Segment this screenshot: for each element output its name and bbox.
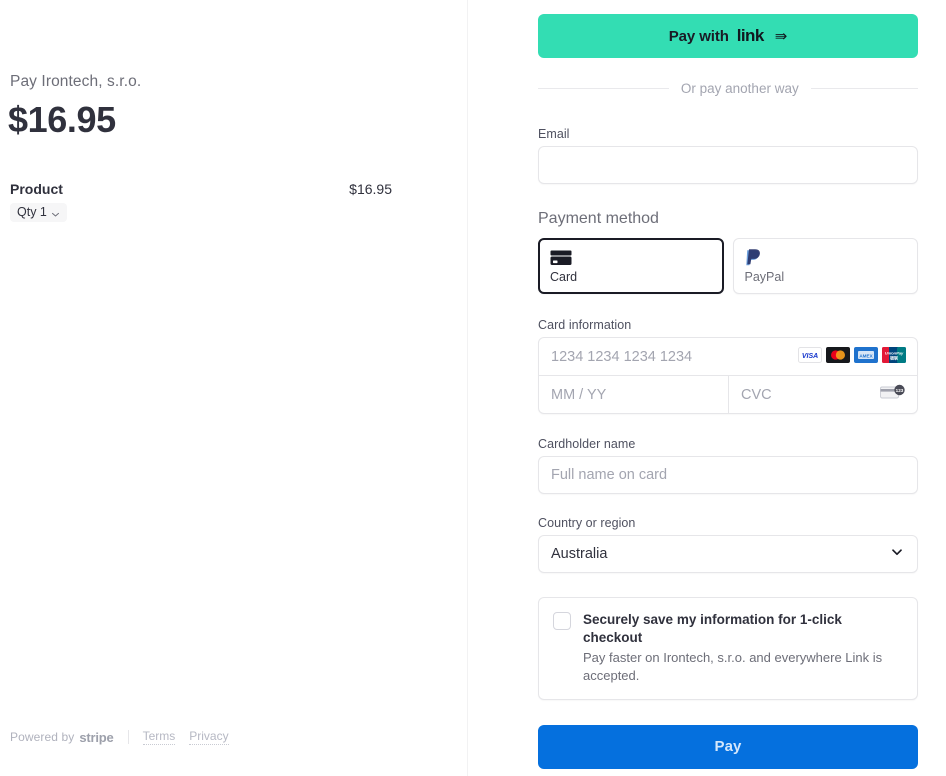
svg-text:123: 123 — [896, 388, 904, 393]
pay-button[interactable]: Pay — [538, 724, 918, 769]
email-group: Email — [538, 127, 918, 184]
line-item: Product $16.95 Qty 1 — [10, 181, 392, 222]
line-item-name: Product — [10, 181, 63, 197]
card-information-box: 1234 1234 1234 1234 VISA AMEX UnionPay 银… — [538, 337, 918, 414]
svg-text:VISA: VISA — [802, 353, 818, 360]
cardholder-name-placeholder: Full name on card — [551, 467, 668, 483]
save-info-subtitle: Pay faster on Irontech, s.r.o. and every… — [583, 650, 883, 684]
chevron-down-icon — [890, 545, 904, 563]
divider-rule-right — [810, 88, 918, 89]
paypal-icon — [745, 248, 907, 268]
total-amount: $16.95 — [8, 99, 116, 140]
svg-text:AMEX: AMEX — [859, 353, 873, 358]
stripe-logo: stripe — [79, 729, 114, 745]
save-info-box[interactable]: Securely save my information for 1-click… — [538, 597, 918, 700]
card-cvc-input[interactable]: CVC 123 — [729, 376, 917, 413]
footer-divider — [127, 730, 129, 744]
pay-button-label: Pay — [714, 738, 742, 756]
unionpay-icon: UnionPay 银联 — [882, 346, 906, 367]
order-summary-panel: Pay Irontech, s.r.o. $16.95 Product $16.… — [0, 0, 468, 776]
card-information-group: Card information 1234 1234 1234 1234 VIS… — [538, 318, 918, 414]
card-number-input[interactable]: 1234 1234 1234 1234 VISA AMEX UnionPay 银… — [539, 338, 917, 376]
line-items-list: Product $16.95 Qty 1 — [10, 181, 392, 222]
checkout-page: Pay Irontech, s.r.o. $16.95 Product $16.… — [0, 0, 946, 776]
card-number-placeholder: 1234 1234 1234 1234 — [551, 348, 693, 365]
cardholder-name-label: Cardholder name — [538, 437, 636, 451]
svg-text:银联: 银联 — [890, 354, 898, 360]
card-information-label: Card information — [538, 318, 632, 332]
powered-by-label: Powered by — [10, 730, 75, 744]
amex-icon: AMEX — [854, 346, 878, 367]
save-info-text: Securely save my information for 1-click… — [583, 611, 903, 685]
card-expiry-cvc-row: MM / YY CVC 123 — [539, 376, 917, 413]
payment-method-tab-card[interactable]: Card — [538, 238, 724, 294]
payment-method-tab-paypal[interactable]: PayPal — [732, 238, 918, 294]
payment-method-group: Payment method Card PayPal — [538, 210, 918, 294]
save-info-title: Securely save my information for 1-click… — [583, 612, 842, 645]
payment-form-panel: Pay with link ⇛ Or pay another way Email… — [468, 0, 946, 776]
country-select-value: Australia — [551, 546, 608, 562]
save-info-checkbox[interactable] — [553, 612, 571, 630]
line-item-price: $16.95 — [349, 181, 392, 197]
email-input[interactable] — [538, 146, 918, 184]
card-cvc-placeholder: CVC — [741, 386, 772, 403]
link-logo: link — [736, 26, 764, 45]
quantity-selector[interactable]: Qty 1 — [10, 203, 67, 222]
visa-icon: VISA — [798, 346, 822, 367]
card-expiry-input[interactable]: MM / YY — [539, 376, 729, 413]
credit-card-icon — [550, 248, 712, 268]
card-expiry-placeholder: MM / YY — [551, 386, 607, 403]
payment-method-label: Payment method — [538, 210, 659, 227]
pay-with-link-button[interactable]: Pay with link ⇛ — [538, 14, 918, 58]
merchant-pay-line: Pay Irontech, s.r.o. — [10, 73, 142, 90]
payment-method-tab-paypal-label: PayPal — [744, 270, 785, 284]
country-select[interactable]: Australia — [538, 535, 918, 573]
terms-link[interactable]: Terms — [142, 729, 176, 745]
card-brand-icons: VISA AMEX UnionPay 银联 — [798, 346, 906, 367]
or-pay-another-way-divider: Or pay another way — [538, 81, 918, 96]
cardholder-name-group: Cardholder name Full name on card — [538, 437, 918, 494]
country-group: Country or region Australia — [538, 516, 918, 573]
payment-method-tab-card-label: Card — [550, 270, 578, 284]
divider-rule-left — [538, 88, 669, 89]
quantity-label: Qty 1 — [17, 205, 47, 219]
country-label: Country or region — [538, 516, 636, 530]
cvc-hint-icon: 123 — [880, 384, 906, 405]
pay-with-link-label: Pay with — [668, 27, 729, 45]
footer: Powered by stripe Terms Privacy — [10, 729, 243, 745]
payment-method-tabs: Card PayPal — [538, 238, 918, 294]
privacy-link[interactable]: Privacy — [189, 729, 229, 745]
email-label: Email — [538, 127, 570, 141]
divider-label: Or pay another way — [680, 81, 799, 96]
cardholder-name-input[interactable]: Full name on card — [538, 456, 918, 494]
chevron-down-icon — [51, 208, 60, 217]
mastercard-icon — [826, 346, 850, 367]
arrow-right-icon: ⇛ — [774, 27, 788, 45]
